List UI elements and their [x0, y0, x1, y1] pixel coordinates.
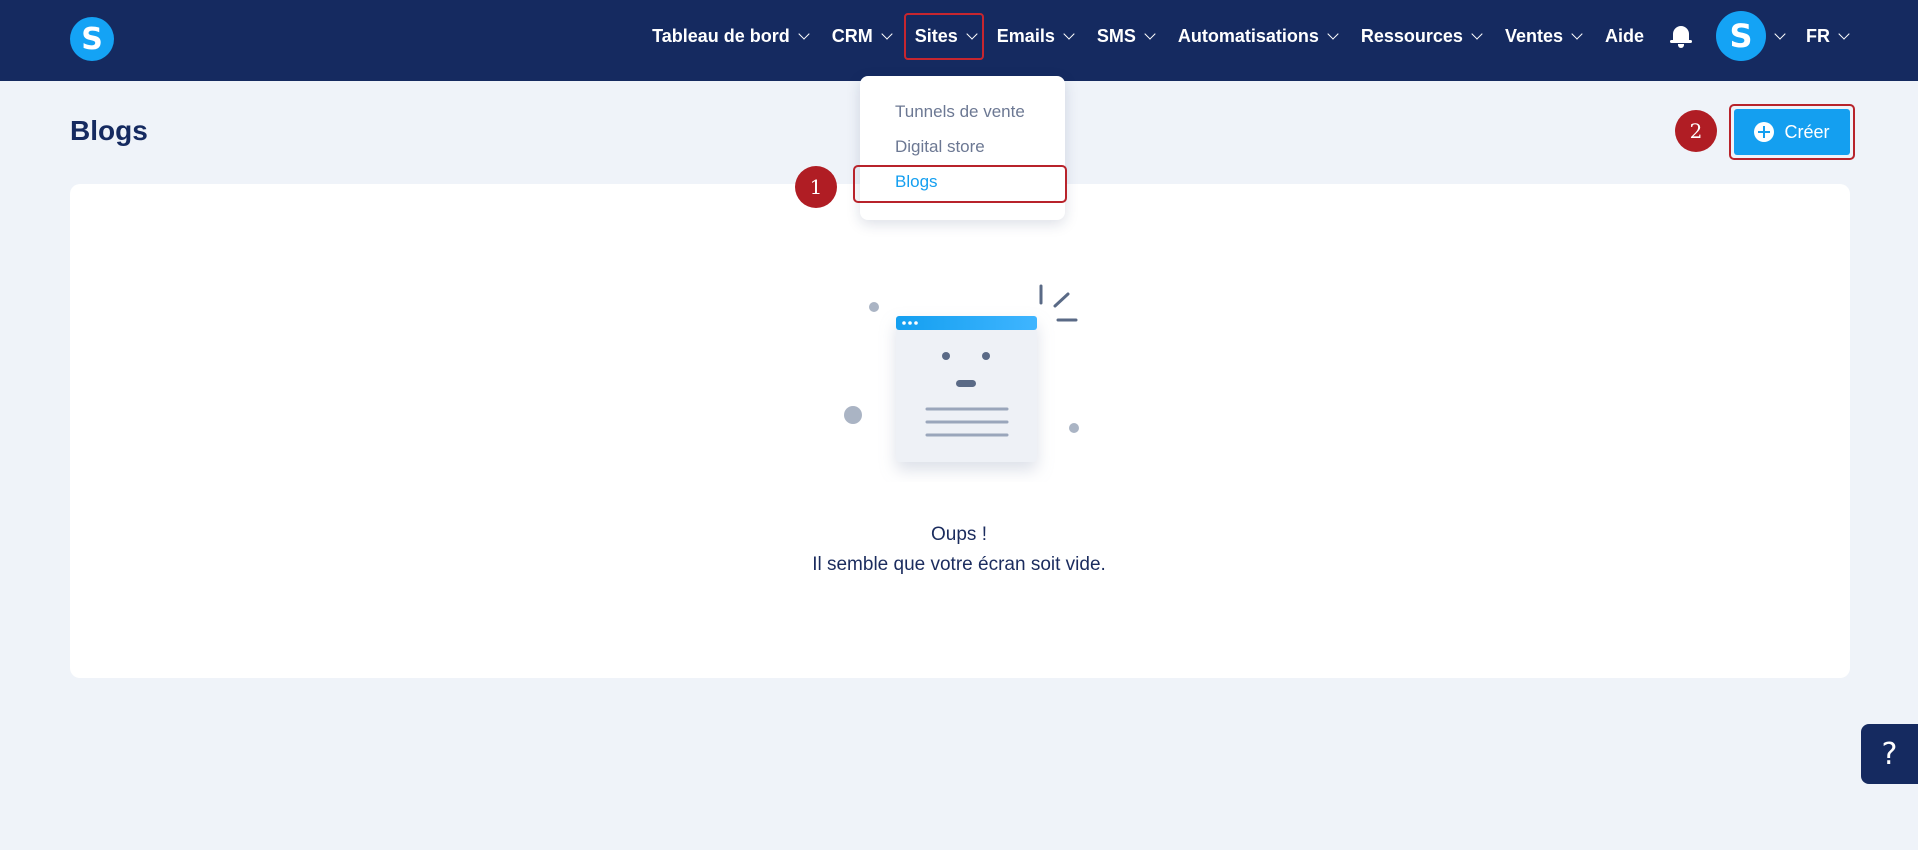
- chevron-down-icon: [798, 27, 810, 40]
- chevron-down-icon: [881, 27, 893, 40]
- nav-label: Emails: [996, 25, 1055, 46]
- menu-item-tunnels-de-vente[interactable]: Tunnels de vente: [895, 102, 1025, 122]
- nav-label: Sites: [914, 25, 958, 46]
- nav-label: Ressources: [1360, 25, 1463, 46]
- user-menu[interactable]: S: [1716, 11, 1786, 61]
- nav-ressources[interactable]: Ressources: [1360, 25, 1483, 47]
- logo[interactable]: S: [70, 17, 114, 61]
- nav-label: Tableau de bord: [652, 25, 790, 46]
- language-selector[interactable]: FR: [1806, 25, 1850, 47]
- chevron-down-icon: [1774, 27, 1786, 40]
- nav-label: Ventes: [1504, 25, 1563, 46]
- annotation-highlight-blogs: [853, 165, 1067, 203]
- empty-state-illustration: [844, 284, 1079, 462]
- nav-ventes[interactable]: Ventes: [1504, 25, 1583, 47]
- plus-circle-icon: [1754, 122, 1775, 142]
- create-button-label: Créer: [1784, 121, 1830, 142]
- empty-state-title: Oups !: [931, 524, 987, 545]
- nav-crm[interactable]: CRM: [831, 25, 893, 47]
- nav-automatisations[interactable]: Automatisations: [1177, 25, 1339, 47]
- chevron-down-icon: [1838, 27, 1850, 40]
- nav-tableau-de-bord[interactable]: Tableau de bord: [652, 25, 810, 47]
- chevron-down-icon: [1471, 27, 1483, 40]
- annotation-badge-1: 1: [795, 166, 837, 208]
- chevron-down-icon: [1063, 27, 1075, 40]
- annotation-badge-2: 2: [1675, 110, 1717, 152]
- create-button[interactable]: Créer: [1734, 109, 1850, 155]
- avatar: S: [1716, 11, 1766, 61]
- annotation-highlight-create: Créer: [1729, 104, 1855, 160]
- nav-aide[interactable]: Aide: [1605, 26, 1644, 47]
- nav-label: SMS: [1096, 25, 1136, 46]
- main-nav: Tableau de bord CRM Sites Emails SMS Aut…: [652, 0, 1918, 72]
- page-title: Blogs: [70, 115, 148, 146]
- chevron-down-icon: [1327, 27, 1339, 40]
- menu-item-digital-store[interactable]: Digital store: [895, 137, 985, 157]
- bell-icon[interactable]: [1670, 24, 1692, 48]
- top-navbar: S Tableau de bord CRM Sites Emails SMS A…: [0, 0, 1918, 81]
- chevron-down-icon: [966, 27, 978, 40]
- chevron-down-icon: [1571, 27, 1583, 40]
- language-label: FR: [1806, 25, 1830, 46]
- empty-state-message: Il semble que votre écran soit vide.: [812, 554, 1106, 575]
- nav-emails[interactable]: Emails: [996, 25, 1075, 47]
- nav-label: CRM: [831, 25, 873, 46]
- nav-label: Aide: [1604, 25, 1644, 46]
- nav-label: Automatisations: [1177, 25, 1319, 46]
- chevron-down-icon: [1144, 27, 1156, 40]
- help-button[interactable]: ?: [1861, 724, 1918, 784]
- nav-sites[interactable]: Sites: [903, 12, 984, 60]
- nav-sms[interactable]: SMS: [1096, 25, 1156, 47]
